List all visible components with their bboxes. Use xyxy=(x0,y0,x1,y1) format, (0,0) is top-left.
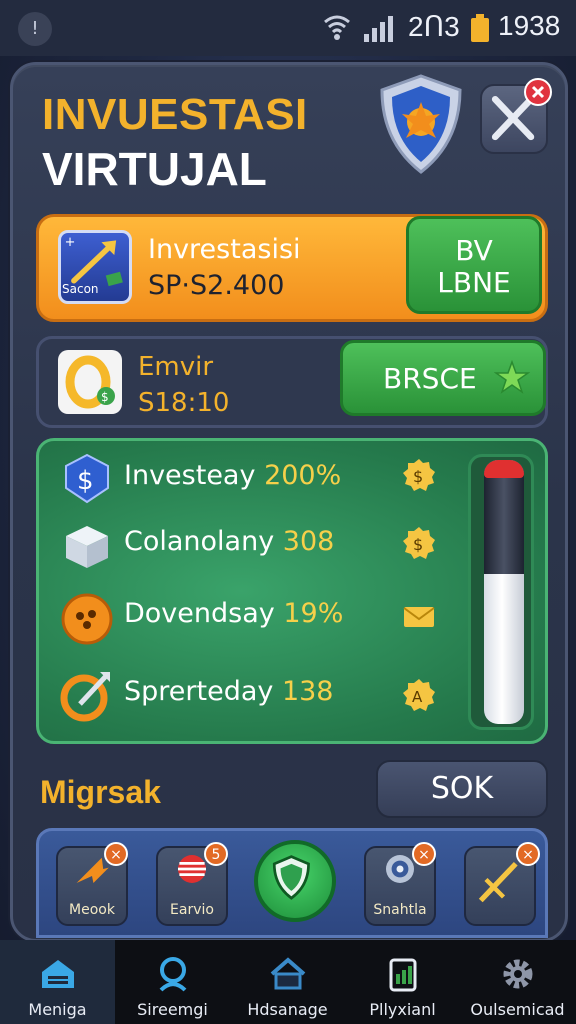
box-icon xyxy=(66,526,108,568)
dollar-shield-icon: $ xyxy=(65,453,109,504)
battery-icon xyxy=(471,14,489,42)
ring-arrow-icon xyxy=(60,672,110,722)
card-icon-label: Sacon xyxy=(62,282,99,296)
nav-item-settings[interactable]: Oulsemicad xyxy=(460,940,575,1024)
buy-button-label-line1: BV xyxy=(455,234,493,267)
center-shield-button[interactable] xyxy=(254,840,336,922)
buy-button[interactable]: BV LBNE xyxy=(406,216,542,314)
progress-tube-fill xyxy=(484,460,524,724)
list-item-label: Colanolany xyxy=(124,526,275,557)
page-title-line1: INVUESTASI xyxy=(42,90,308,139)
dollar-coin-icon: $ xyxy=(403,459,435,491)
status-value-left: 2ᑎ3 xyxy=(408,11,460,42)
gold-coin-icon: $ xyxy=(58,350,122,414)
nav-item-pllyxianl[interactable]: Pllyxianl xyxy=(345,940,460,1024)
svg-text:A: A xyxy=(412,688,423,706)
list-item-label: Investeay xyxy=(124,460,256,491)
nav-item-hdsanage[interactable]: Hdsanage xyxy=(230,940,345,1024)
list-item[interactable]: Colanolany 308 xyxy=(124,526,334,557)
svg-text:$: $ xyxy=(101,390,109,404)
list-item[interactable]: Sprerteday 138 xyxy=(124,676,334,707)
nav-label: Meniga xyxy=(28,1000,87,1019)
section-label: Migrsak xyxy=(40,774,161,810)
star-icon xyxy=(494,360,530,394)
a-coin-icon: A xyxy=(403,679,435,711)
list-item[interactable]: Dovendsay 19% xyxy=(124,598,343,629)
page-title-line2: VIRTUJAL xyxy=(42,143,267,195)
gear-icon xyxy=(503,959,533,989)
item-badge: × xyxy=(516,842,540,866)
home-icon xyxy=(42,960,74,988)
secondary-value: S18:10 xyxy=(138,388,230,418)
shield-icon xyxy=(272,855,310,900)
buy-button-label-line2: LBNE xyxy=(437,266,511,299)
secondary-title: Emvir xyxy=(138,352,214,382)
list-item-value: 200% xyxy=(264,460,342,491)
clipboard-icon xyxy=(389,958,417,992)
item-badge: × xyxy=(412,842,436,866)
progress-tube-cap xyxy=(484,460,524,478)
svg-text:$: $ xyxy=(413,535,423,554)
nav-label: Pllyxianl xyxy=(369,1000,436,1019)
envelope-icon xyxy=(403,607,435,627)
list-item-value: 138 xyxy=(281,676,334,707)
status-value-right: 1938 xyxy=(498,10,561,41)
nav-item-home[interactable]: Meniga xyxy=(0,940,115,1024)
list-item-value: 308 xyxy=(282,526,335,557)
wifi-icon xyxy=(324,15,350,40)
close-icon xyxy=(531,85,545,99)
signal-icon xyxy=(364,16,393,42)
nav-label: Hdsanage xyxy=(247,1000,328,1019)
list-item[interactable]: Investeay 200% xyxy=(124,460,341,491)
nav-item-search[interactable]: Sireemgi xyxy=(115,940,230,1024)
item-label: Meook xyxy=(69,902,115,918)
item-badge: 5 xyxy=(204,842,228,866)
dollar-coin-icon: $ xyxy=(403,527,435,559)
svg-text:+: + xyxy=(65,235,76,250)
nav-label: Oulsemicad xyxy=(470,1000,565,1019)
svg-text:$: $ xyxy=(77,466,94,496)
orange-coin-icon xyxy=(61,593,113,645)
card-title: Invrestasisi xyxy=(148,234,301,265)
search-icon xyxy=(159,957,187,992)
svg-text:$: $ xyxy=(413,467,423,486)
card-value: SP·S2.400 xyxy=(148,270,285,301)
list-item-label: Sprerteday xyxy=(124,676,274,707)
notification-icon[interactable]: ! xyxy=(18,12,52,46)
item-label: Earvio xyxy=(170,902,214,918)
close-badge[interactable] xyxy=(524,78,552,106)
item-badge: × xyxy=(104,842,128,866)
shield-emblem-icon xyxy=(380,74,462,174)
house-outline-icon xyxy=(270,957,306,990)
list-item-value: 19% xyxy=(283,598,344,629)
ok-button[interactable]: SOK xyxy=(376,760,548,818)
nav-label: Sireemgi xyxy=(137,1000,208,1019)
item-label: Snahtla xyxy=(373,902,427,918)
list-item-label: Dovendsay xyxy=(124,598,275,629)
